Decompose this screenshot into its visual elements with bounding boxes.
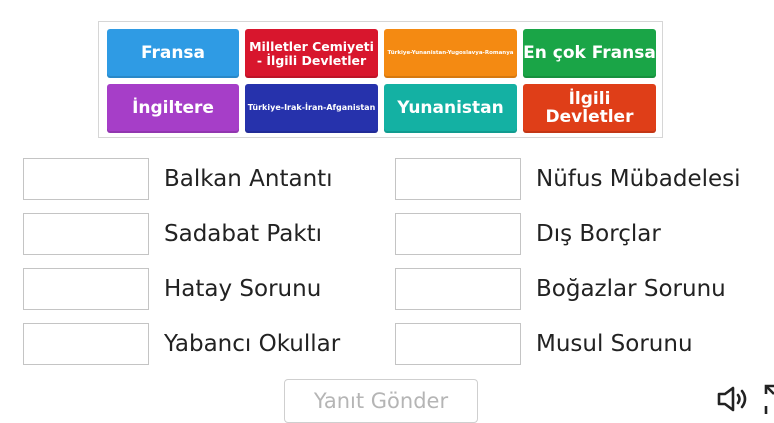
tile-fransa[interactable]: Fransa xyxy=(107,29,239,78)
target-label-nufus-mubadelesi: Nüfus Mübadelesi xyxy=(536,166,741,192)
tile-en-cok-fransa[interactable]: En çok Fransa xyxy=(523,29,656,78)
drop-slot-musul-sorunu[interactable] xyxy=(395,323,521,365)
target-label-yabanci-okullar: Yabancı Okullar xyxy=(164,331,341,357)
target-label-hatay-sorunu: Hatay Sorunu xyxy=(164,276,322,302)
drop-slot-balkan-antanti[interactable] xyxy=(23,158,149,200)
tile-ingiltere[interactable]: İngiltere xyxy=(107,84,239,133)
target-label-dis-borclar: Dış Borçlar xyxy=(536,221,661,247)
drop-slot-yabanci-okullar[interactable] xyxy=(23,323,149,365)
answer-tile-bank: Fransa Milletler Cemiyeti - İlgili Devle… xyxy=(98,21,663,138)
drop-slot-dis-borclar[interactable] xyxy=(395,213,521,255)
fullscreen-icon[interactable] xyxy=(764,382,774,414)
drop-slot-bogazlar-sorunu[interactable] xyxy=(395,268,521,310)
target-label-bogazlar-sorunu: Boğazlar Sorunu xyxy=(536,276,726,302)
target-label-sadabat-pakti: Sadabat Paktı xyxy=(164,221,323,247)
tile-milletler-cemiyeti[interactable]: Milletler Cemiyeti - İlgili Devletler xyxy=(245,29,378,78)
tile-turkiye-yunanistan-yugoslavya-romanya[interactable]: Türkiye-Yunanistan-Yugoslavya-Romanya xyxy=(384,29,517,78)
tile-ilgili-devletler[interactable]: İlgili Devletler xyxy=(523,84,656,133)
drop-slot-hatay-sorunu[interactable] xyxy=(23,268,149,310)
tile-turkiye-irak-iran-afganistan[interactable]: Türkiye-Irak-İran-Afganistan xyxy=(245,84,378,133)
speaker-icon[interactable] xyxy=(716,384,754,414)
submit-button[interactable]: Yanıt Gönder xyxy=(284,379,478,423)
target-label-balkan-antanti: Balkan Antantı xyxy=(164,166,333,192)
tile-yunanistan[interactable]: Yunanistan xyxy=(384,84,517,133)
target-label-musul-sorunu: Musul Sorunu xyxy=(536,331,693,357)
drop-slot-nufus-mubadelesi[interactable] xyxy=(395,158,521,200)
drop-slot-sadabat-pakti[interactable] xyxy=(23,213,149,255)
